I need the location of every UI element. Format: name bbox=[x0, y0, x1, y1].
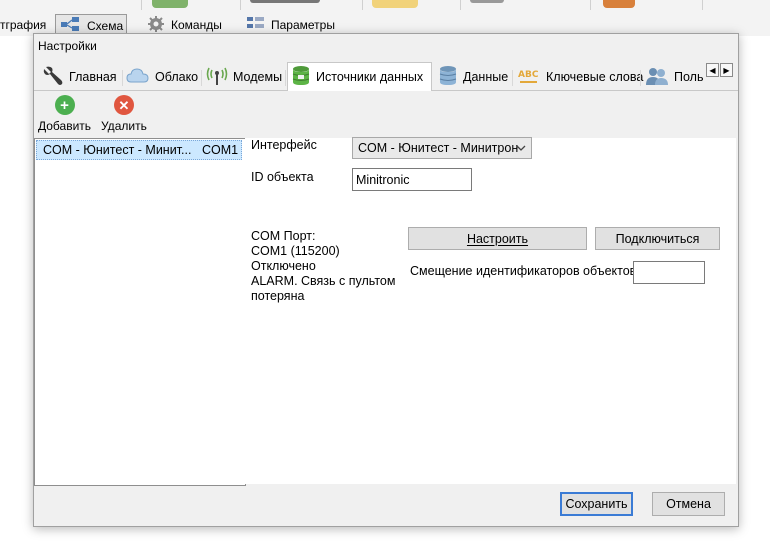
data-source-list[interactable]: COM - Юнитест - Минит... COM1 bbox=[34, 138, 246, 486]
cloud-icon bbox=[126, 67, 150, 88]
chevron-down-icon bbox=[516, 141, 526, 158]
keywords-icon: ABC bbox=[517, 66, 541, 89]
tab-keywords[interactable]: ABC Ключевые слова bbox=[514, 64, 646, 90]
antenna-icon bbox=[206, 66, 228, 89]
bg-tab-label: Команды bbox=[171, 18, 222, 32]
status-line: COM Порт: bbox=[251, 229, 316, 243]
status-line: COM1 (115200) bbox=[251, 244, 340, 258]
cancel-label: Отмена bbox=[666, 497, 711, 511]
tab-label: Данные bbox=[463, 70, 509, 84]
configure-button[interactable]: Настроить bbox=[408, 227, 587, 250]
arrow-left-icon: ◀ bbox=[709, 65, 716, 75]
tab-divider bbox=[285, 70, 286, 86]
svg-text:ABC: ABC bbox=[518, 70, 539, 80]
arrow-right-icon: ▶ bbox=[723, 65, 730, 75]
wrench-icon bbox=[42, 65, 64, 90]
source-port: COM1 bbox=[202, 143, 239, 157]
interface-select[interactable]: COM - Юнитест - Минитрон bbox=[352, 137, 532, 159]
tab-label: Облако bbox=[155, 70, 199, 84]
connect-label: Подключиться bbox=[615, 231, 700, 246]
source-name: COM - Юнитест - Минит... bbox=[43, 143, 192, 157]
tab-label: Главная bbox=[69, 70, 117, 84]
interface-value: COM - Юнитест - Минитрон bbox=[358, 141, 519, 155]
background-toolbar: тграфия Схема Команды Параметры bbox=[0, 0, 770, 36]
object-id-value: Minitronic bbox=[356, 172, 410, 187]
toolbar-divider bbox=[702, 0, 703, 10]
tab-scroll-left-button[interactable]: ◀ bbox=[706, 63, 719, 77]
tab-divider bbox=[640, 70, 641, 86]
background-decoration bbox=[603, 0, 635, 8]
add-label: Добавить bbox=[38, 119, 92, 133]
background-decoration bbox=[372, 0, 418, 8]
status-line: ALARM. Связь с пультом bbox=[251, 274, 396, 288]
tab-label: Источники данных bbox=[316, 70, 424, 84]
toolbar-divider bbox=[141, 0, 142, 10]
tab-scroll-right-button[interactable]: ▶ bbox=[720, 63, 733, 77]
tab-label: Ключевые слова bbox=[546, 70, 644, 84]
tab-modems[interactable]: Модемы bbox=[203, 64, 285, 90]
status-line: Отключено bbox=[251, 259, 316, 273]
list-item[interactable]: COM - Юнитест - Минит... COM1 bbox=[36, 140, 242, 160]
connect-button[interactable]: Подключиться bbox=[595, 227, 720, 250]
users-icon bbox=[645, 66, 669, 89]
delete-button[interactable]: ✕ Удалить bbox=[101, 95, 147, 133]
configure-label: Настроить bbox=[466, 231, 529, 246]
background-decoration bbox=[470, 0, 504, 3]
toolbar-divider bbox=[460, 0, 461, 10]
object-id-label: ID объекта bbox=[251, 170, 314, 184]
connection-status: COM Порт: COM1 (115200) Отключено ALARM.… bbox=[251, 229, 395, 304]
tab-divider bbox=[512, 70, 513, 86]
close-icon: ✕ bbox=[113, 95, 134, 115]
tab-users[interactable]: Поль bbox=[642, 64, 704, 90]
tab-main[interactable]: Главная bbox=[39, 64, 120, 90]
background-decoration bbox=[250, 0, 320, 3]
tab-label: Поль bbox=[674, 70, 704, 84]
object-id-input[interactable]: Minitronic bbox=[352, 168, 472, 191]
status-line: потеряна bbox=[251, 289, 305, 303]
tab-cloud[interactable]: Облако bbox=[123, 64, 201, 90]
save-label: Сохранить bbox=[565, 497, 628, 511]
bg-tab-label: тграфия bbox=[0, 18, 47, 32]
toolbar-divider bbox=[362, 0, 363, 10]
bg-tab-label: Параметры bbox=[271, 18, 335, 32]
toolbar-divider bbox=[240, 0, 241, 10]
tab-divider bbox=[201, 70, 202, 86]
settings-dialog: Настройки Главная Облако Модемы Источник… bbox=[33, 33, 739, 527]
database-plug-icon bbox=[291, 65, 311, 90]
plus-icon: + bbox=[54, 95, 75, 115]
add-button[interactable]: + Добавить bbox=[38, 95, 91, 133]
background-decoration bbox=[152, 0, 188, 8]
database-icon bbox=[438, 65, 458, 90]
tab-data-sources[interactable]: Источники данных bbox=[287, 62, 432, 91]
toolbar-divider bbox=[590, 0, 591, 10]
dialog-title: Настройки bbox=[38, 39, 97, 53]
settings-tabstrip: Главная Облако Модемы Источники данных Д… bbox=[34, 62, 738, 91]
cancel-button[interactable]: Отмена bbox=[652, 492, 725, 516]
interface-label: Интерфейс bbox=[251, 138, 317, 152]
tab-label: Модемы bbox=[233, 70, 283, 84]
bg-tab-label: Схема bbox=[87, 18, 124, 33]
delete-label: Удалить bbox=[101, 119, 147, 133]
save-button[interactable]: Сохранить bbox=[560, 492, 633, 516]
source-detail-panel bbox=[245, 138, 736, 484]
tab-data[interactable]: Данные bbox=[435, 64, 511, 90]
offset-label: Смещение идентификаторов объектов bbox=[410, 264, 637, 278]
offset-input[interactable] bbox=[633, 261, 705, 284]
